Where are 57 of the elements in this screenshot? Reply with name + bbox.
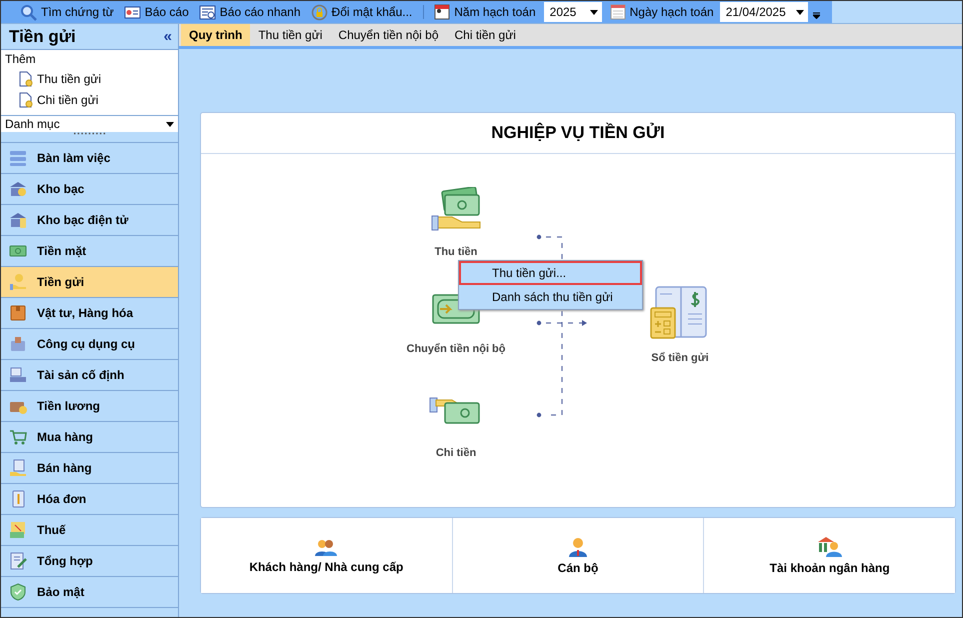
pay-money-icon bbox=[429, 396, 481, 426]
calendar-icon bbox=[610, 4, 626, 20]
document-icon bbox=[19, 71, 33, 87]
module-icon bbox=[9, 552, 27, 570]
module-icon bbox=[9, 459, 27, 477]
bank-person-icon bbox=[818, 536, 842, 557]
quick-add-link[interactable]: Thu tiền gửi bbox=[19, 71, 102, 87]
person-icon bbox=[569, 536, 587, 556]
module-item[interactable]: Tiền gửi bbox=[1, 267, 178, 298]
module-icon bbox=[9, 366, 27, 384]
field-label: Năm hạch toán bbox=[454, 5, 536, 19]
tab[interactable]: Chi tiền gửi bbox=[446, 24, 524, 46]
calendar-icon bbox=[434, 4, 450, 20]
document-icon bbox=[19, 92, 33, 108]
menu-item[interactable]: Danh sách thu tiền gửi bbox=[459, 285, 642, 309]
receive-money-icon bbox=[431, 187, 481, 233]
toolbar-button[interactable]: Đổi mật khẩu... bbox=[306, 1, 418, 23]
module-icon bbox=[9, 149, 27, 167]
people-icon bbox=[315, 538, 338, 556]
tab[interactable]: Quy trình bbox=[181, 24, 250, 46]
module-icon bbox=[9, 428, 27, 446]
module-icon bbox=[9, 583, 27, 601]
report-icon bbox=[124, 4, 141, 20]
module-icon bbox=[9, 304, 27, 322]
menu-item[interactable]: Thu tiền gửi... bbox=[459, 261, 642, 285]
node-label: Sổ tiền gửi bbox=[651, 352, 709, 364]
overflow-icon bbox=[812, 12, 820, 19]
year-dropdown[interactable]: 2025 bbox=[544, 2, 602, 22]
section-title: Thêm bbox=[5, 52, 36, 66]
module-icon bbox=[9, 335, 27, 353]
node-label: Thu tiền bbox=[434, 246, 478, 258]
tab[interactable]: Chuyển tiền nội bộ bbox=[330, 24, 446, 46]
lock-icon bbox=[310, 4, 328, 20]
module-icon bbox=[9, 211, 27, 229]
field-label: Ngày hạch toán bbox=[630, 5, 714, 19]
module-icon bbox=[9, 521, 27, 539]
dashed-connector-drawing bbox=[536, 234, 564, 260]
toolbar-button[interactable]: Báo cáo bbox=[118, 1, 194, 23]
search-icon bbox=[20, 4, 37, 20]
toolbar-button[interactable]: Báo cáo nhanh bbox=[194, 1, 306, 23]
module-icon bbox=[9, 273, 27, 291]
tab[interactable]: Thu tiền gửi bbox=[250, 24, 330, 46]
shortcut-button[interactable]: Khách hàng/ Nhà cung cấp bbox=[201, 518, 453, 593]
module-icon bbox=[9, 180, 27, 198]
category-dropdown[interactable]: Danh mục bbox=[1, 116, 178, 132]
panel-title: Tiền gửi bbox=[9, 26, 76, 46]
toolbar-button[interactable]: Tìm chứng từ bbox=[15, 1, 119, 23]
ledger-book-icon bbox=[650, 284, 708, 340]
dashed-arrow-drawing bbox=[536, 318, 588, 328]
panel-title: NGHIỆP VỤ TIỀN GỬI bbox=[491, 123, 665, 143]
date-dropdown[interactable]: 21/04/2025 bbox=[720, 2, 808, 22]
magnifier-document-icon bbox=[198, 4, 216, 20]
resize-grip-icon bbox=[72, 132, 106, 135]
node-label: Chi tiền bbox=[436, 447, 476, 459]
quick-add-link[interactable]: Chi tiền gửi bbox=[19, 92, 98, 108]
collapse-button[interactable]: « bbox=[164, 28, 172, 45]
node-label: Chuyển tiền nội bộ bbox=[406, 343, 506, 355]
